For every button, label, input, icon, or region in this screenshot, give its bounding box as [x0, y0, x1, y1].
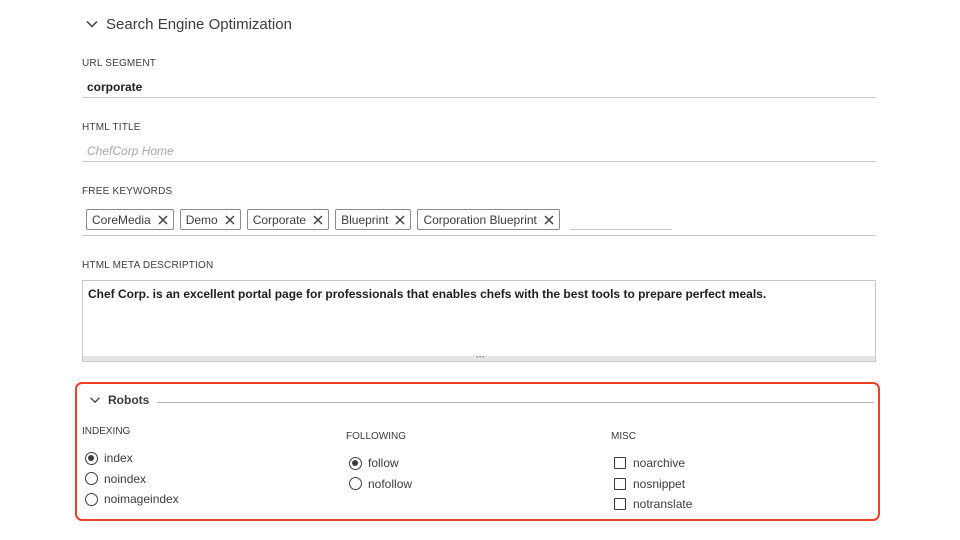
following-label: FOLLOWING: [346, 431, 407, 442]
grip-icon: •••: [476, 355, 486, 361]
url-segment-underline: [82, 97, 876, 98]
checkbox-noarchive[interactable]: noarchive: [614, 453, 692, 474]
misc-label: MISC: [611, 431, 636, 442]
radio-icon[interactable]: [85, 472, 98, 486]
radio-label: noimageindex: [104, 492, 179, 507]
checkbox-icon[interactable]: [614, 498, 626, 511]
radio-label: follow: [368, 456, 399, 471]
remove-tag-icon[interactable]: [312, 214, 324, 226]
chevron-down-icon[interactable]: [88, 393, 102, 407]
free-keywords-underline: [82, 235, 876, 236]
keyword-tag-label: CoreMedia: [92, 212, 151, 227]
remove-tag-icon[interactable]: [157, 214, 169, 226]
radio-label: index: [104, 451, 133, 466]
free-keywords-tag-field[interactable]: CoreMedia Demo Corporate Blueprint Corpo…: [86, 209, 672, 230]
keyword-tag: Corporate: [246, 209, 330, 230]
robots-divider: [157, 402, 874, 403]
keyword-tag-label: Corporation Blueprint: [423, 212, 537, 227]
keyword-tag-label: Corporate: [252, 212, 307, 227]
url-segment-label: URL SEGMENT: [82, 58, 157, 69]
keyword-tag: Demo: [179, 209, 241, 230]
free-keywords-label: FREE KEYWORDS: [82, 186, 173, 197]
html-title-label: HTML TITLE: [82, 122, 141, 133]
indexing-group: INDEXING index noindex noimageindex: [82, 426, 179, 510]
meta-description-text: Chef Corp. is an excellent portal page f…: [88, 287, 767, 301]
radio-noimageindex[interactable]: noimageindex: [85, 489, 179, 510]
checkbox-label: noarchive: [633, 456, 686, 471]
radio-label: nofollow: [368, 476, 413, 491]
radio-selected-icon[interactable]: [85, 451, 98, 465]
url-segment-input[interactable]: corporate: [87, 80, 142, 94]
radio-icon[interactable]: [349, 477, 362, 491]
radio-icon[interactable]: [85, 492, 98, 506]
radio-follow[interactable]: follow: [349, 453, 412, 474]
html-title-underline: [82, 161, 876, 162]
keyword-tag: Blueprint: [335, 209, 412, 230]
checkbox-nosnippet[interactable]: nosnippet: [614, 474, 692, 495]
checkbox-label: notranslate: [633, 497, 693, 512]
misc-group: MISC noarchive nosnippet notranslate: [611, 431, 692, 515]
remove-tag-icon[interactable]: [394, 214, 406, 226]
remove-tag-icon[interactable]: [224, 214, 236, 226]
indexing-label: INDEXING: [82, 426, 131, 437]
radio-label: noindex: [104, 471, 147, 486]
textarea-resize-handle[interactable]: •••: [83, 355, 875, 361]
radio-nofollow[interactable]: nofollow: [349, 474, 412, 495]
meta-description-label: HTML META DESCRIPTION: [82, 260, 214, 271]
checkbox-label: nosnippet: [633, 476, 686, 491]
meta-description-textarea[interactable]: Chef Corp. is an excellent portal page f…: [82, 280, 876, 362]
robots-section-header[interactable]: Robots: [88, 393, 149, 407]
chevron-down-icon[interactable]: [84, 16, 100, 32]
radio-selected-icon[interactable]: [349, 456, 362, 470]
checkbox-notranslate[interactable]: notranslate: [614, 494, 692, 515]
radio-noindex[interactable]: noindex: [85, 469, 179, 490]
remove-tag-icon[interactable]: [543, 214, 555, 226]
radio-index[interactable]: index: [85, 448, 179, 469]
robots-title: Robots: [108, 393, 150, 407]
keyword-tag-label: Demo: [185, 212, 218, 227]
keyword-input[interactable]: [569, 209, 672, 230]
seo-section-header[interactable]: Search Engine Optimization: [84, 13, 292, 35]
following-group: FOLLOWING follow nofollow: [346, 431, 412, 494]
keyword-tag: CoreMedia: [86, 209, 174, 230]
html-title-input[interactable]: ChefCorp Home: [87, 144, 174, 158]
keyword-tag-label: Blueprint: [341, 212, 389, 227]
checkbox-icon[interactable]: [614, 457, 626, 470]
checkbox-icon[interactable]: [614, 477, 626, 490]
seo-section-title: Search Engine Optimization: [106, 15, 292, 33]
keyword-tag: Corporation Blueprint: [417, 209, 560, 230]
